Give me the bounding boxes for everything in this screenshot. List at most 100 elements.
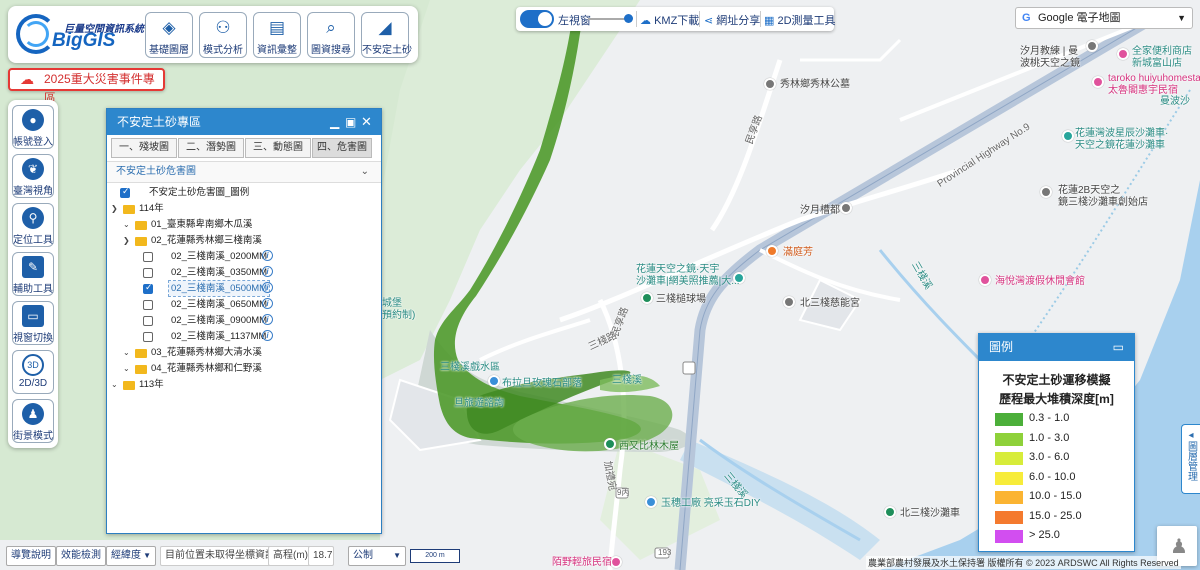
toolbar-button-info-summary[interactable]: ▤ 資訊彙整	[253, 12, 301, 58]
2d-3d-toggle-button[interactable]: 3D 2D/3D	[12, 350, 54, 394]
street-view-button[interactable]: ♟ 街景模式	[12, 399, 54, 443]
poi-marker[interactable]	[1092, 76, 1104, 88]
ruler-icon: ▦	[764, 15, 775, 27]
poi-marker[interactable]	[1086, 40, 1098, 52]
layer-checkbox[interactable]	[143, 252, 153, 262]
tree-layer-0650[interactable]: 02_三棧南溪_0650MM	[171, 297, 267, 312]
performance-test-button[interactable]: 效能檢測	[56, 546, 106, 566]
poi-marker[interactable]	[488, 375, 500, 387]
chevron-down-icon[interactable]: ⌄	[111, 380, 118, 389]
info-icon[interactable]: i	[262, 282, 273, 293]
layer-checkbox[interactable]	[143, 332, 153, 342]
poi-marker[interactable]	[840, 202, 852, 214]
folder-icon	[123, 381, 135, 390]
legend-panel: 圖例 ▭ 不安定土砂運移模擬 歷程最大堆積深度[m] 0.3 - 1.0 1.0 …	[978, 333, 1135, 552]
scale-bar: 200 m	[410, 549, 460, 563]
poi-marker[interactable]	[1062, 130, 1074, 142]
chevron-right-icon[interactable]: ❯	[111, 204, 118, 213]
layer-management-drawer[interactable]: ◂ 圖層管理	[1181, 424, 1200, 494]
poi-marker[interactable]	[641, 292, 653, 304]
tree-folder-113[interactable]: 113年	[139, 377, 164, 392]
maximize-icon[interactable]: ▣	[345, 109, 356, 135]
info-icon[interactable]: i	[262, 266, 273, 277]
layer-checkbox[interactable]	[143, 282, 153, 294]
poi-marker[interactable]	[645, 496, 657, 508]
tree-layer-0500[interactable]: 02_三棧南溪_0500MM	[167, 280, 271, 297]
map-label-place: 旦旅遊諮詢	[454, 398, 504, 409]
poi-marker[interactable]	[1117, 48, 1129, 60]
legend-checkbox[interactable]	[120, 186, 130, 198]
elevation-label: 高程(m)	[268, 546, 313, 566]
poi-marker[interactable]	[1040, 186, 1052, 198]
disaster-zone-button[interactable]: ☁ 2025重大災害事件專區	[8, 68, 165, 105]
guide-button[interactable]: 導覽說明	[6, 546, 56, 566]
basemap-select[interactable]: G Google 電子地圖 ▼	[1015, 7, 1193, 29]
info-icon[interactable]: i	[262, 250, 273, 261]
minimize-icon[interactable]: ▁	[330, 109, 339, 135]
left-view-toggle[interactable]	[520, 10, 554, 28]
legend-swatch	[995, 471, 1023, 485]
tab-potential-map[interactable]: 二、潛勢圖	[178, 138, 244, 158]
view-tools-bar: 左視窗 ☁ KMZ下載 ⋖ 網址分享 ▦ 2D測量工具	[516, 7, 836, 31]
poi-marker[interactable]	[783, 296, 795, 308]
map-label-place: 曼波沙	[1160, 96, 1190, 107]
map-label-place: 花蓮天空之鏡·天宇 沙灘車|網美照推薦|大...	[636, 264, 740, 287]
toolbar-button-model-analysis[interactable]: ⚇ 模式分析	[199, 12, 247, 58]
poi-marker[interactable]	[604, 438, 616, 450]
chevron-down-icon[interactable]: ⌄	[123, 220, 130, 229]
tree-layer-1137[interactable]: 02_三棧南溪_1137MM	[171, 329, 266, 344]
toolbar-button-landslide[interactable]: ◢ 不安定土砂	[361, 12, 412, 58]
landslide-icon: ◢	[378, 18, 392, 37]
layer-checkbox[interactable]	[143, 268, 153, 278]
toolbar-button-base-layers[interactable]: ◈ 基礎圖層	[145, 12, 193, 58]
info-icon[interactable]: i	[262, 298, 273, 309]
window-switch-button[interactable]: ▭ 視窗切換	[12, 301, 54, 345]
location-pin-icon: ⚲	[22, 207, 44, 229]
opacity-slider[interactable]	[588, 18, 628, 20]
chevron-down-icon[interactable]: ⌄	[123, 364, 130, 373]
folder-icon	[135, 237, 147, 246]
unit-select[interactable]: 公制 ▼	[348, 546, 406, 566]
map-label-place: 布拉旦玫瑰石部落	[502, 378, 582, 389]
tree-folder-02[interactable]: 02_花蓮縣秀林鄉三棧南溪	[151, 233, 262, 248]
slider-handle[interactable]	[624, 14, 633, 23]
poi-marker[interactable]	[766, 245, 778, 257]
layer-checkbox[interactable]	[143, 300, 153, 310]
aux-tools-button[interactable]: ✎ 輔助工具	[12, 252, 54, 296]
taiwan-view-button[interactable]: ❦ 臺灣視角	[12, 154, 54, 198]
tree-layer-0350[interactable]: 02_三棧南溪_0350MM	[171, 265, 267, 280]
logo-title: BigGIS	[52, 30, 116, 51]
toolbar-button-map-search[interactable]: ⌕ 圖資搜尋	[307, 12, 355, 58]
cloud-download-icon: ☁	[640, 15, 651, 27]
minimize-icon[interactable]: ▭	[1113, 334, 1124, 361]
coordinate-system-select[interactable]: 經緯度 ▼	[106, 546, 156, 566]
chevron-right-icon[interactable]: ❯	[123, 236, 130, 245]
biggis-logo[interactable]: 巨量空間資訊系統 BigGIS	[16, 12, 146, 56]
login-button[interactable]: ● 帳號登入	[12, 105, 54, 149]
locate-tool-button[interactable]: ⚲ 定位工具	[12, 203, 54, 247]
info-icon[interactable]: i	[262, 330, 273, 341]
hazard-map-dropdown[interactable]: 不安定土砂危害圖 ⌄	[107, 161, 381, 183]
close-icon[interactable]: ✕	[361, 109, 372, 135]
layer-checkbox[interactable]	[143, 316, 153, 326]
tree-folder-03[interactable]: 03_花蓮縣秀林鄉大清水溪	[151, 345, 262, 360]
kmz-download-button[interactable]: ☁ KMZ下載	[640, 12, 699, 28]
chevron-down-icon[interactable]: ⌄	[123, 348, 130, 357]
info-icon[interactable]: i	[262, 314, 273, 325]
tree-folder-04[interactable]: 04_花蓮縣秀林鄉和仁野溪	[151, 361, 262, 376]
map-label-place: 秀林鄉秀林公墓	[780, 79, 850, 90]
tree-layer-0900[interactable]: 02_三棧南溪_0900MM	[171, 313, 267, 328]
poi-marker[interactable]	[764, 78, 776, 90]
panel-header[interactable]: 不安定土砂專區 ▁ ▣ ✕	[107, 109, 381, 135]
tab-slope-map[interactable]: 一、殘坡圖	[111, 138, 177, 158]
tab-dynamic-map[interactable]: 三、動態圖	[245, 138, 311, 158]
poi-marker[interactable]	[884, 506, 896, 518]
share-url-button[interactable]: ⋖ 網址分享	[704, 12, 760, 28]
tree-folder-01[interactable]: 01_臺東縣卑南鄉木瓜溪	[151, 217, 252, 232]
measure-tool-button[interactable]: ▦ 2D測量工具	[764, 12, 836, 28]
legend-header[interactable]: 圖例 ▭	[979, 334, 1134, 361]
tab-hazard-map[interactable]: 四、危害圖	[312, 138, 372, 158]
tree-folder-114[interactable]: 114年	[139, 201, 164, 216]
tree-layer-0200[interactable]: 02_三棧南溪_0200MM	[171, 249, 267, 264]
poi-marker[interactable]	[979, 274, 991, 286]
